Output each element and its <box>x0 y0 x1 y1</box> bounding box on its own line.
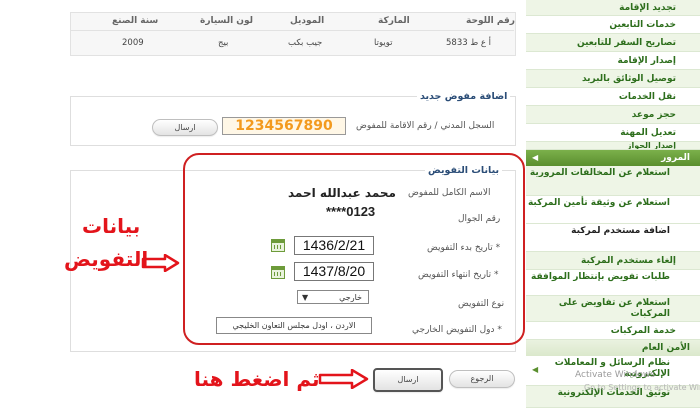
delegation-title: بيانات التفويض <box>425 165 503 176</box>
sidebar-item-issue-passport[interactable]: إصدار الجواز <box>526 142 700 150</box>
sidebar-section-traffic-label: المرور <box>661 153 690 163</box>
sidebar-item-traffic-violations[interactable]: استعلام عن المخالفات المرورية <box>526 166 700 196</box>
annotation-delegation-data-2: التفويض <box>64 247 149 271</box>
sidebar-section-security-label: الأمن العام <box>641 343 690 353</box>
annotation-delegation-data-1: بيانات <box>82 214 141 238</box>
add-delegate-title: اضافة مفوض جديد <box>417 91 511 102</box>
sidebar-item-modify-profession[interactable]: تعديل المهنة <box>526 124 700 142</box>
arrow-right-icon <box>141 254 180 272</box>
sidebar-item-dependents-travel[interactable]: تصاريح السفر للتابعين <box>526 34 700 52</box>
sidebar-item-issue-residence[interactable]: إصدار الإقامة <box>526 52 700 70</box>
sidebar-item-transfer-services[interactable]: نقل الخدمات <box>526 88 700 106</box>
sidebar-section-traffic[interactable]: ◀ المرور <box>526 150 700 166</box>
sidebar-item-pending-delegations[interactable]: طلبات تفويض بإنتظار الموافقة <box>526 270 700 296</box>
windows-activation-hint: Go to Settings to activate Windo <box>584 383 700 392</box>
sidebar-item-dependents-services[interactable]: خدمات التابعين <box>526 16 700 34</box>
sidebar-item-delegation-inquiry[interactable]: استعلام عن تفاويض على المركبات <box>526 296 700 322</box>
calendar-icon[interactable] <box>271 239 285 252</box>
sidebar-item-vehicle-service[interactable]: خدمة المركبات <box>526 322 700 340</box>
cell-color: بيج <box>218 38 229 48</box>
cell-plate-number: أ ع ط 5833 <box>446 38 492 48</box>
full-name-label: الاسم الكامل للمفوض <box>408 188 491 198</box>
table-divider <box>70 30 514 31</box>
cell-make: تويوتا <box>374 38 393 48</box>
sidebar-item-add-vehicle-user[interactable]: اضافة مستخدم لمركبة <box>526 224 700 252</box>
chevron-down-icon: ▼ <box>302 293 309 302</box>
start-date-label: تاريخ بدء التفويض * <box>427 243 501 253</box>
sidebar-item-insurance-inquiry[interactable]: استعلام عن وثيقة تأمين المركبة <box>526 196 700 224</box>
header-model: الموديل <box>290 16 325 26</box>
mobile-label: رقم الجوال <box>458 214 501 224</box>
back-button[interactable]: الرجوع <box>449 370 515 388</box>
mobile-value: ****0123 <box>326 204 376 219</box>
collapse-arrow-icon: ◀ <box>532 153 539 162</box>
id-label: السجل المدني / رقم الاقامة للمفوض <box>356 121 495 131</box>
delegation-type-label: نوع التفويض <box>458 299 505 309</box>
start-date-input[interactable]: 1436/2/21 <box>294 236 374 255</box>
send-id-button[interactable]: ارسال <box>152 119 218 136</box>
cell-model: جيب بكب <box>288 38 323 48</box>
delegation-type-value: خارجي <box>339 293 362 302</box>
cell-year: 2009 <box>122 38 144 48</box>
header-color: لون السيارة <box>200 16 254 26</box>
calendar-icon[interactable] <box>271 266 285 279</box>
civil-id-input[interactable]: 1234567890 <box>222 117 346 135</box>
external-countries-input[interactable]: الاردن ، اودل مجلس التعاون الخليجي <box>216 317 372 334</box>
sidebar-item-book-appointment[interactable]: حجز موعد <box>526 106 700 124</box>
expand-arrow-icon: ◀ <box>532 365 539 374</box>
header-plate-number: رقم اللوحة <box>466 16 515 26</box>
full-name-value: محمد عبدالله احمد <box>288 186 396 200</box>
send-button[interactable]: ارسال <box>373 368 443 392</box>
sidebar-section-public-security[interactable]: الأمن العام <box>526 340 700 356</box>
external-countries-label: دول التفويض الخارجي * <box>412 325 502 335</box>
windows-activation-watermark: Activate Windows <box>575 370 655 380</box>
sidebar-item-renew-residence[interactable]: تجديد الإقامة <box>526 0 700 16</box>
end-date-input[interactable]: 1437/8/20 <box>294 262 374 281</box>
sidebar-item-mail-delivery[interactable]: توصيل الوثائق بالبريد <box>526 70 700 88</box>
sidebar-item-cancel-vehicle-user[interactable]: إلغاء مستخدم المركبة <box>526 252 700 270</box>
header-make: الماركة <box>378 16 410 26</box>
delegation-type-select[interactable]: ▼ خارجي <box>297 290 369 304</box>
header-year: سنة الصنع <box>112 16 159 26</box>
annotation-press-here: ثم اضغط هنا <box>194 367 320 391</box>
end-date-label: تاريخ انتهاء التفويض * <box>418 270 499 280</box>
arrow-right-icon <box>318 369 369 389</box>
